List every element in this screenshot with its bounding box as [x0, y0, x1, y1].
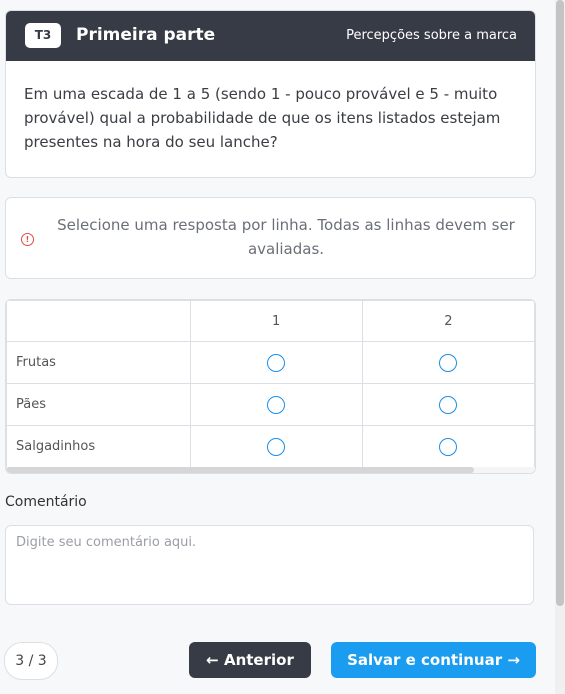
alert-circle-icon: ! — [21, 233, 34, 246]
rating-grid: 1 2 Frutas Pães Salgadinhos — [5, 299, 536, 474]
grid-header-row: 1 2 — [6, 300, 535, 342]
comment-label: Comentário — [5, 494, 87, 510]
radio-button[interactable] — [267, 437, 286, 456]
grid-cell — [189, 383, 363, 426]
section-subtitle: Percepções sobre a marca — [346, 28, 517, 43]
grid-cell — [189, 341, 363, 384]
grid-cell — [361, 383, 535, 426]
grid-cell — [189, 425, 363, 468]
alert-text: Selecione uma resposta por linha. Todas … — [57, 216, 515, 258]
grid-corner-cell — [6, 300, 191, 342]
save-continue-button[interactable]: Salvar e continuar → — [331, 642, 536, 678]
validation-alert: ! Selecione uma resposta por linha. Toda… — [5, 197, 536, 279]
radio-button[interactable] — [439, 353, 458, 372]
radio-button[interactable] — [439, 437, 458, 456]
section-title: Primeira parte — [76, 25, 216, 45]
previous-button[interactable]: ← Anterior — [189, 642, 311, 678]
grid-column-header: 2 — [361, 300, 535, 342]
next-label: Salvar e continuar — [347, 651, 503, 669]
page-indicator: 3 / 3 — [4, 642, 58, 680]
radio-button[interactable] — [267, 395, 286, 414]
grid-column-header: 1 — [189, 300, 363, 342]
grid-cell — [361, 425, 535, 468]
question-header: T3 Primeira parte Percepções sobre a mar… — [6, 11, 535, 61]
question-text: Em uma escada de 1 a 5 (sendo 1 - pouco … — [24, 85, 501, 151]
arrow-left-icon: ← — [206, 651, 219, 669]
radio-button[interactable] — [439, 395, 458, 414]
grid-row-label: Salgadinhos — [6, 425, 191, 468]
grid-row-label: Pães — [6, 383, 191, 426]
arrow-right-icon: → — [507, 651, 520, 669]
grid-row: Salgadinhos — [6, 425, 535, 468]
page-scrollbar-thumb[interactable] — [556, 0, 564, 606]
grid-row: Pães — [6, 383, 535, 426]
grid-scrollbar-thumb[interactable] — [6, 467, 474, 473]
radio-button[interactable] — [267, 353, 286, 372]
rating-table: 1 2 Frutas Pães Salgadinhos — [6, 300, 535, 468]
question-card: T3 Primeira parte Percepções sobre a mar… — [5, 10, 536, 178]
section-badge: T3 — [25, 23, 61, 48]
comment-input[interactable] — [5, 525, 534, 605]
grid-row-label: Frutas — [6, 341, 191, 384]
grid-cell — [361, 341, 535, 384]
grid-row: Frutas — [6, 341, 535, 384]
previous-label: Anterior — [223, 651, 294, 669]
